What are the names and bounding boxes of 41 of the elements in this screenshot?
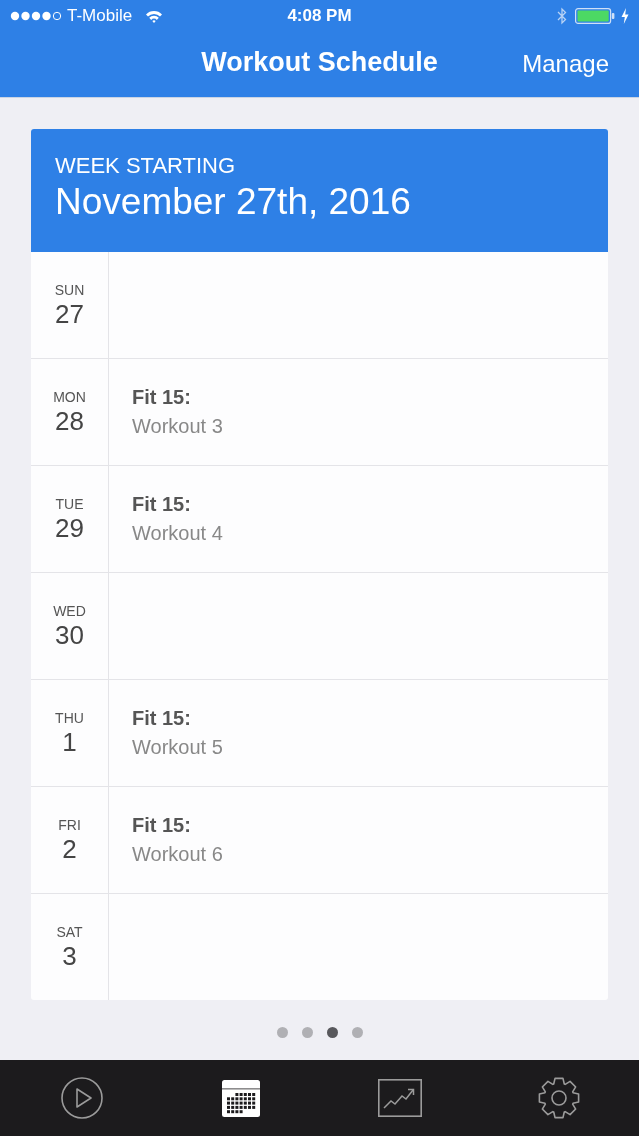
workout-program[interactable]: Fit 15: xyxy=(132,704,191,733)
workout-program[interactable]: Fit 15: xyxy=(132,811,191,840)
screen-title: Workout Schedule xyxy=(201,47,438,79)
chart-tab[interactable] xyxy=(378,1079,423,1117)
day-number: 1 xyxy=(62,727,77,757)
workout-name[interactable]: Workout 3 xyxy=(132,412,223,441)
day-number: 3 xyxy=(62,941,77,971)
manage-button[interactable]: Manage xyxy=(522,49,609,80)
weekday-label: FRI xyxy=(58,816,81,834)
workout-name[interactable]: Workout 4 xyxy=(132,519,223,548)
day-number: 30 xyxy=(55,620,84,650)
bluetooth-icon xyxy=(557,7,567,25)
workout-name[interactable]: Workout 6 xyxy=(132,840,223,869)
clock-time: 4:08 PM xyxy=(286,6,353,26)
weekday-label: TUE xyxy=(55,495,84,513)
weekday-label: SUN xyxy=(54,281,85,299)
weekday-label: WED xyxy=(53,602,86,620)
weekday-label: THU xyxy=(55,709,84,727)
workout-name[interactable]: Workout 5 xyxy=(132,733,223,762)
day-number: 2 xyxy=(62,834,77,864)
charging-icon xyxy=(621,8,629,24)
week-date: November 27th, 2016 xyxy=(55,179,412,224)
carrier-name: T-Mobile xyxy=(67,6,133,26)
weekday-label: MON xyxy=(53,388,86,406)
line-chart-icon xyxy=(378,1079,423,1117)
calendar-tab[interactable] xyxy=(221,1079,260,1117)
workout-program[interactable]: Fit 15: xyxy=(132,383,191,412)
battery-icon xyxy=(575,8,615,24)
week-label: WEEK STARTING xyxy=(55,151,237,180)
play-icon xyxy=(60,1077,103,1119)
calendar-icon xyxy=(221,1079,260,1117)
settings-icon xyxy=(537,1076,582,1120)
day-number: 29 xyxy=(55,513,84,543)
settings-tab[interactable] xyxy=(537,1076,582,1120)
day-number: 28 xyxy=(55,406,84,436)
signal-icon xyxy=(10,11,62,21)
wifi-icon xyxy=(145,9,164,23)
day-number: 27 xyxy=(55,299,84,329)
weekday-label: SAT xyxy=(56,923,83,941)
play-tab[interactable] xyxy=(60,1077,103,1119)
workout-program[interactable]: Fit 15: xyxy=(132,490,191,519)
